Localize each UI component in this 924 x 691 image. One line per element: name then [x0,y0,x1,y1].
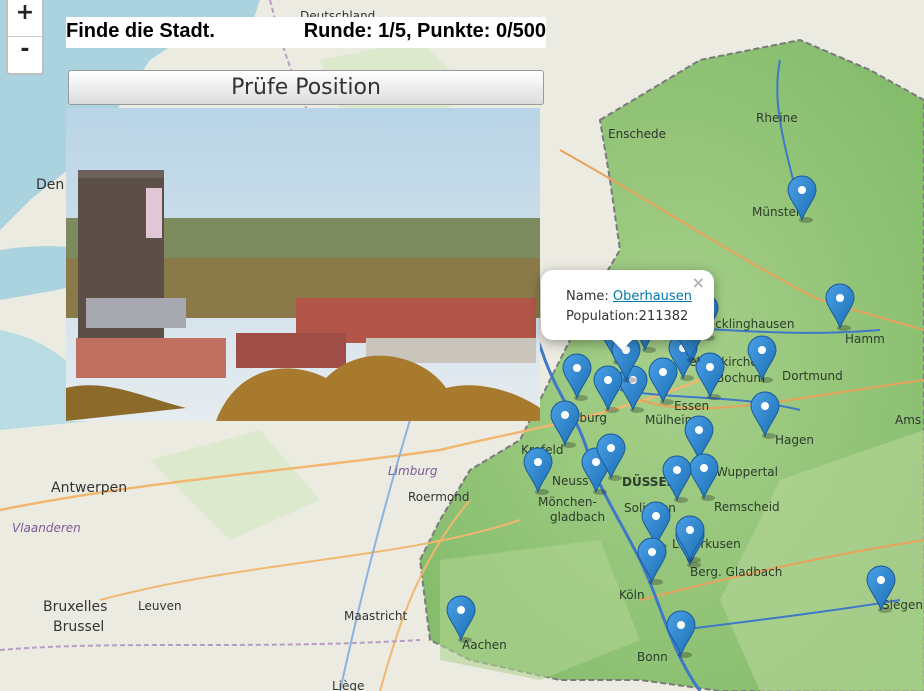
label-hagen: Hagen [775,433,814,447]
label-moenchengladbach: Mönchen- [538,495,597,509]
city-photo [66,108,540,421]
zoom-control: + - [6,0,44,75]
city-popup: × Name: Oberhausen Population:211382 [541,270,714,350]
label-roermond: Roermond [408,490,470,504]
label-dortmund: Dortmund [782,369,843,383]
game-title: Finde die Stadt. [66,20,215,42]
popup-name-row: Name: Oberhausen [566,289,692,304]
label-hamm: Hamm [845,332,885,346]
round-score: Runde: 1/5, Punkte: 0/500 [303,20,546,42]
label-leuven: Leuven [138,599,182,613]
label-berg-gladbach: Berg. Gladbach [690,565,782,579]
label-wuppertal: Wuppertal [716,465,778,479]
label-vlaanderen: Vlaanderen [12,521,81,535]
label-limburg: Limburg [388,464,438,478]
game-header: Finde die Stadt. Runde: 1/5, Punkte: 0/5… [66,17,546,48]
label-enschede: Enschede [608,127,666,141]
label-antwerpen: Antwerpen [51,480,127,496]
popup-city-link[interactable]: Oberhausen [613,289,692,304]
zoom-in-button[interactable]: + [8,0,42,36]
label-den: Den [36,177,64,193]
check-position-button[interactable]: Prüfe Position [68,70,544,105]
label-liege: Liège [332,679,364,691]
label-essen: Essen [674,399,709,413]
label-moenchengladbach-2: gladbach [550,510,605,524]
popup-name-label: Name: [566,289,609,304]
label-neuss: Neuss [552,474,588,488]
label-muenster: Münster [752,205,801,219]
popup-tip [611,339,633,350]
label-remscheid: Remscheid [714,500,780,514]
label-ams: Ams [895,413,921,427]
zoom-out-button[interactable]: - [8,36,42,73]
label-maastricht: Maastricht [344,609,407,623]
popup-population: Population:211382 [566,309,689,324]
label-bonn: Bonn [637,650,668,664]
label-brussel: Brussel [53,619,104,635]
label-bochum: Bochum [716,371,765,385]
label-rheine: Rheine [756,111,798,125]
label-koeln: Köln [619,588,645,602]
popup-close-icon[interactable]: × [692,273,705,292]
label-bruxelles: Bruxelles [43,599,107,615]
